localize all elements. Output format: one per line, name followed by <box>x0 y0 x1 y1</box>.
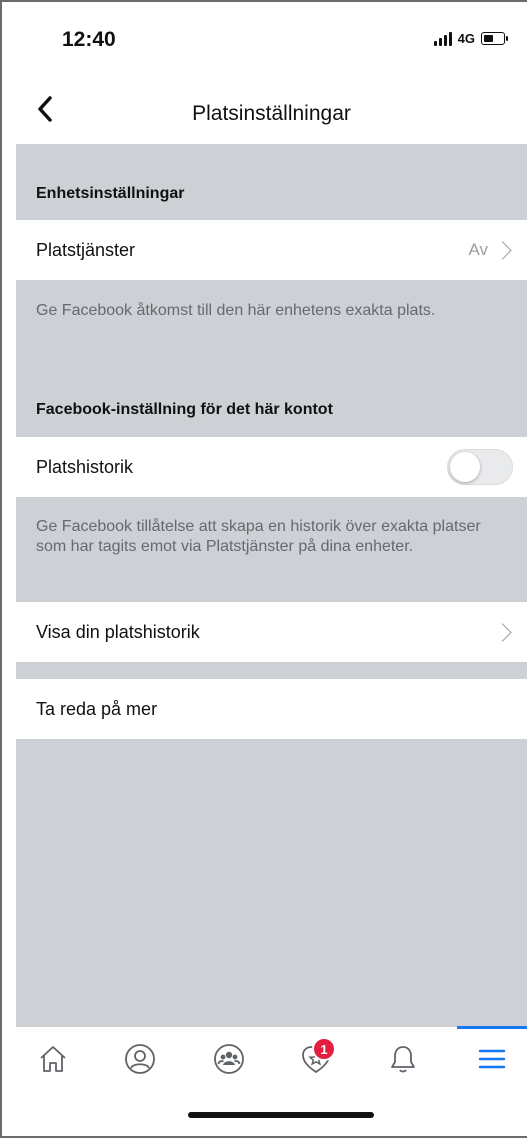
network-type: 4G <box>457 31 475 46</box>
tab-home[interactable] <box>29 1035 77 1083</box>
home-icon <box>40 1046 66 1072</box>
menu-icon <box>478 1049 506 1069</box>
signal-icon <box>433 31 452 46</box>
location-services-label: Platstjänster <box>36 239 136 260</box>
location-history-toggle[interactable] <box>447 449 513 485</box>
page-title: Platsinställningar <box>192 102 351 125</box>
section-header-account: Facebook-inställning för det här kontot <box>36 401 333 418</box>
tab-bar: 1 <box>16 1026 527 1092</box>
battery-icon <box>481 32 508 45</box>
notifications-icon <box>391 1046 415 1073</box>
toggle-knob <box>450 452 480 482</box>
frame-border-left <box>0 0 2 1138</box>
chevron-right-icon <box>493 240 512 260</box>
learn-more-label: Ta reda på mer <box>36 698 158 719</box>
notification-badge: 1 <box>312 1037 336 1061</box>
view-history-row[interactable]: Visa din platshistorik <box>16 602 527 662</box>
location-services-right: Av <box>468 220 513 280</box>
tab-notifications[interactable] <box>379 1035 427 1083</box>
tab-groups[interactable] <box>205 1035 253 1083</box>
location-history-row: Platshistorik <box>16 437 527 497</box>
tab-profile[interactable] <box>116 1035 164 1083</box>
location-services-row[interactable]: Platstjänster Av <box>16 220 527 280</box>
location-services-value: Av <box>468 240 488 259</box>
navigation-bar: Platsinställningar <box>16 84 527 144</box>
status-bar: 12:40 4G <box>0 0 527 84</box>
view-history-label: Visa din platshistorik <box>36 621 200 642</box>
location-services-description: Ge Facebook åtkomst till den här enheten… <box>36 302 436 319</box>
tab-menu[interactable] <box>468 1035 516 1083</box>
view-history-right <box>493 602 513 662</box>
location-history-right <box>447 437 513 497</box>
phone-screen: 12:40 4G Platsinställningar Enhetsinstäl… <box>0 0 527 1138</box>
location-history-label: Platshistorik <box>36 456 134 477</box>
status-indicators: 4G <box>433 31 508 46</box>
active-tab-indicator <box>457 1026 527 1029</box>
learn-more-row[interactable]: Ta reda på mer <box>16 679 527 739</box>
settings-content: Enhetsinställningar Platstjänster Av Ge … <box>16 144 527 1026</box>
groups-icon <box>214 1044 244 1074</box>
profile-icon <box>125 1044 155 1074</box>
chevron-right-icon <box>493 622 512 642</box>
status-time: 12:40 <box>62 28 116 51</box>
home-indicator <box>188 1112 374 1118</box>
section-header-device: Enhetsinställningar <box>36 185 185 202</box>
tab-marketplace[interactable]: 1 <box>292 1035 340 1083</box>
location-history-description: Ge Facebook tillåtelse att skapa en hist… <box>36 518 481 555</box>
